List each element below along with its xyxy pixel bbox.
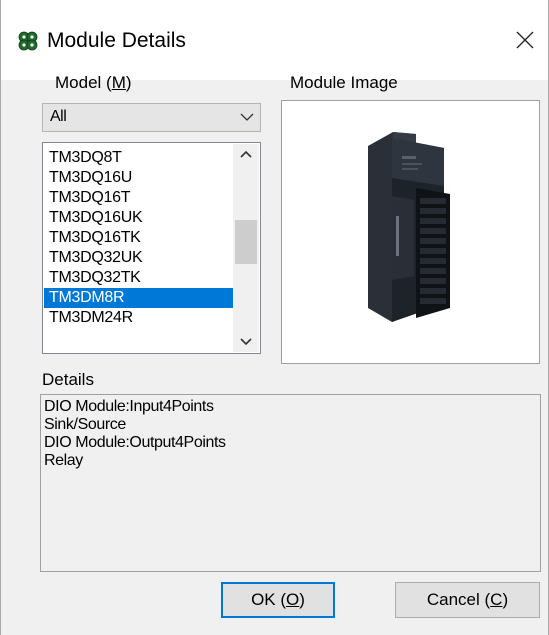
list-item[interactable]: TM3DQ16UK: [44, 208, 233, 228]
module-details-dialog: Module Details Model (M) Module Image Al…: [0, 0, 549, 635]
list-item[interactable]: TM3DQ16T: [44, 188, 233, 208]
close-button[interactable]: [502, 18, 548, 62]
ok-button[interactable]: OK (O): [221, 582, 335, 618]
details-line: DIO Module:Output4Points: [44, 434, 226, 451]
cancel-label-mnemonic: C: [490, 590, 503, 609]
model-label-mnemonic: M: [111, 73, 126, 92]
chevron-up-icon: [240, 150, 252, 158]
cancel-label-prefix: Cancel (: [426, 590, 491, 609]
details-line: Relay: [44, 452, 83, 469]
module-image-frame: [281, 100, 540, 364]
model-list-scrollbar[interactable]: [233, 144, 259, 352]
list-item[interactable]: TM3DQ16TK: [44, 228, 233, 248]
cancel-label-suffix: ): [502, 590, 509, 609]
scroll-up-button[interactable]: [233, 144, 259, 164]
list-item[interactable]: TM3DQ32TK: [44, 268, 233, 288]
list-item[interactable]: TM3DQ16U: [44, 168, 233, 188]
list-item[interactable]: TM3DM24R: [44, 308, 233, 330]
cancel-button[interactable]: Cancel (C): [395, 582, 540, 618]
title-bar: Module Details: [1, 0, 548, 80]
model-listbox[interactable]: TM3DQ8T TM3DQ16U TM3DQ16T TM3DQ16UK TM3D…: [42, 142, 261, 354]
list-item[interactable]: TM3DQ8T: [44, 148, 233, 168]
list-item-selected[interactable]: TM3DM8R: [44, 288, 233, 308]
ok-label-mnemonic: O: [286, 590, 300, 609]
model-label-suffix: ): [125, 73, 132, 92]
model-filter-value: All: [50, 108, 67, 125]
window-title: Module Details: [47, 29, 186, 52]
details-line: DIO Module:Input4Points: [44, 398, 214, 415]
model-label-prefix: Model (: [55, 73, 112, 92]
ok-label-prefix: OK (: [251, 590, 287, 609]
scroll-thumb[interactable]: [235, 220, 257, 264]
details-line: Sink/Source: [44, 416, 126, 433]
scroll-down-button[interactable]: [233, 332, 259, 352]
model-label: Model (M): [55, 73, 132, 93]
chevron-down-icon: [240, 113, 254, 121]
details-textbox[interactable]: DIO Module:Input4Points Sink/Source DIO …: [40, 394, 541, 572]
close-icon: [516, 31, 534, 49]
ok-label-suffix: ): [299, 590, 305, 609]
model-filter-dropdown[interactable]: All: [42, 103, 261, 132]
details-label: Details: [42, 370, 94, 389]
list-item[interactable]: TM3DQ32UK: [44, 248, 233, 268]
module-image-label: Module Image: [290, 73, 398, 92]
gear-cluster-icon: [17, 30, 39, 52]
io-module-image: [368, 132, 450, 322]
chevron-down-icon: [240, 338, 252, 346]
